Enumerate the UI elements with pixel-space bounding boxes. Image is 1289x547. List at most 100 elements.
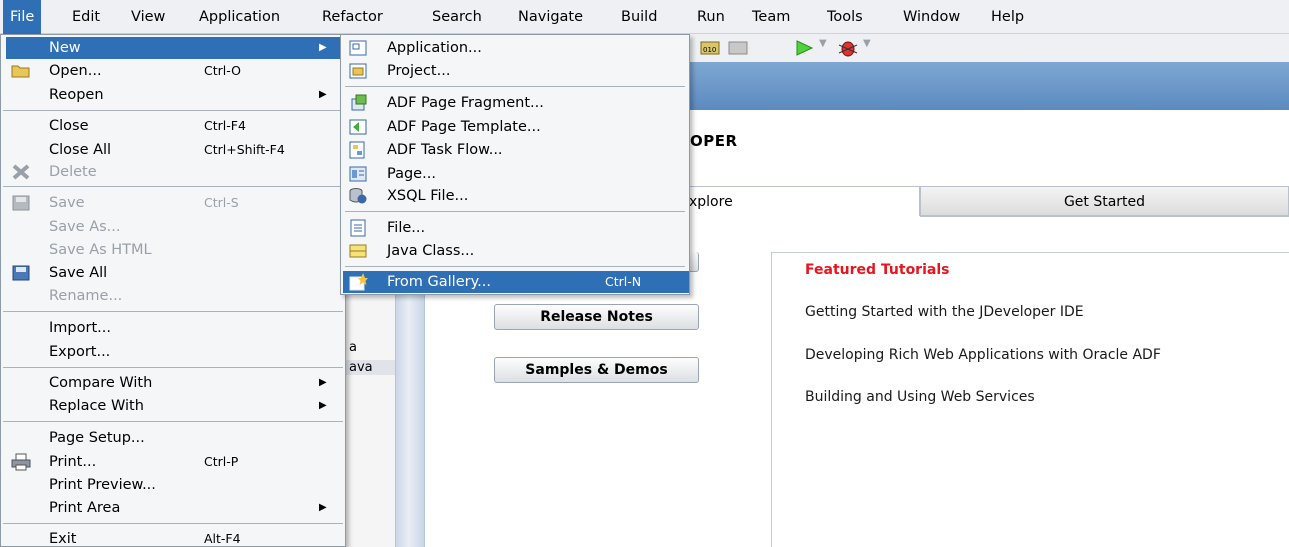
- submenu-arrow-icon: ▶: [319, 89, 327, 100]
- menu-item-reopen[interactable]: Reopen ▶: [1, 84, 345, 106]
- tab-explore[interactable]: xplore: [688, 186, 920, 216]
- menu-item-java-class[interactable]: Java Class...: [341, 240, 689, 262]
- file-icon: [350, 219, 366, 237]
- menu-item-label: Close All: [49, 142, 112, 158]
- menu-item-compare-with[interactable]: Compare With ▶: [1, 372, 345, 394]
- project-icon: [349, 63, 367, 79]
- submenu-arrow-icon: ▶: [319, 502, 327, 513]
- menu-item-rename[interactable]: Rename...: [1, 285, 345, 307]
- menu-item-label: Reopen: [49, 87, 104, 103]
- menu-item-label: File...: [387, 220, 426, 236]
- separator: [345, 266, 685, 267]
- printer-icon: [11, 453, 31, 471]
- separator: [3, 186, 343, 187]
- shortcut-label: Ctrl+Shift-F4: [204, 142, 285, 157]
- separator: [3, 311, 343, 312]
- menu-item-export[interactable]: Export...: [1, 341, 345, 363]
- tutorial-link[interactable]: Building and Using Web Services: [805, 389, 1035, 405]
- menu-item-print-preview[interactable]: Print Preview...: [1, 474, 345, 496]
- menu-help[interactable]: Help: [991, 0, 1024, 34]
- menu-item-delete[interactable]: Delete: [1, 161, 345, 183]
- delete-icon: [12, 164, 30, 180]
- shortcut-label: Ctrl-S: [204, 195, 239, 210]
- page-fragment-icon: [351, 94, 367, 111]
- make-icon[interactable]: 010: [699, 39, 721, 57]
- menu-build[interactable]: Build: [621, 0, 657, 34]
- page-template-icon: [349, 119, 367, 135]
- menu-item-label: Save All: [49, 265, 108, 281]
- menu-item-page-setup[interactable]: Page Setup...: [1, 427, 345, 449]
- menu-window[interactable]: Window: [903, 0, 960, 34]
- shortcut-label: Ctrl-N: [605, 274, 642, 289]
- menu-item-save-as-html[interactable]: Save As HTML: [1, 239, 345, 261]
- navigator-item[interactable]: ava: [345, 360, 395, 375]
- menu-item-new[interactable]: New ▶: [6, 37, 342, 59]
- menu-item-label: Rename...: [49, 288, 123, 304]
- menu-run[interactable]: Run: [697, 0, 725, 34]
- menu-team[interactable]: Team: [752, 0, 790, 34]
- release-notes-button[interactable]: Release Notes: [494, 304, 699, 330]
- menu-item-label: ADF Task Flow...: [387, 142, 503, 158]
- menu-item-replace-with[interactable]: Replace With ▶: [1, 395, 345, 417]
- tutorial-link[interactable]: Getting Started with the JDeveloper IDE: [805, 304, 1084, 320]
- menu-item-close-all[interactable]: Close All Ctrl+Shift-F4: [1, 139, 345, 161]
- menu-item-import[interactable]: Import...: [1, 317, 345, 339]
- menu-search[interactable]: Search: [432, 0, 482, 34]
- navigator-item[interactable]: a: [345, 340, 395, 355]
- separator: [345, 86, 685, 87]
- menu-item-print[interactable]: Print... Ctrl-P: [1, 451, 345, 473]
- menu-item-adf-task-flow[interactable]: ADF Task Flow...: [341, 139, 689, 161]
- menu-item-xsql-file[interactable]: XSQL File...: [341, 185, 689, 207]
- debug-dropdown-icon[interactable]: ▼: [863, 38, 871, 49]
- menu-navigate[interactable]: Navigate: [518, 0, 583, 34]
- menu-file[interactable]: File: [3, 0, 42, 34]
- samples-demos-button[interactable]: Samples & Demos: [494, 357, 699, 383]
- save-all-icon: [12, 265, 30, 281]
- new-submenu: Application... Project... ADF Page Fragm…: [340, 34, 690, 295]
- debug-icon[interactable]: [837, 39, 859, 57]
- menu-item-adf-page-template[interactable]: ADF Page Template...: [341, 116, 689, 138]
- menu-item-save-all[interactable]: Save All: [1, 262, 345, 284]
- menu-item-project[interactable]: Project...: [341, 60, 689, 82]
- rebuild-icon[interactable]: [727, 39, 749, 57]
- database-icon: [349, 188, 367, 204]
- menu-item-page[interactable]: Page...: [341, 163, 689, 185]
- menu-view[interactable]: View: [131, 0, 165, 34]
- menu-item-label: Compare With: [49, 375, 153, 391]
- menu-item-from-gallery[interactable]: From Gallery... Ctrl-N: [343, 271, 689, 293]
- menu-edit[interactable]: Edit: [72, 0, 100, 34]
- menu-item-label: From Gallery...: [387, 274, 491, 290]
- menu-item-label: Save As HTML: [49, 242, 152, 258]
- file-menu: New ▶ Open... Ctrl-O Reopen ▶ Close Ctrl…: [0, 34, 346, 547]
- menu-item-file[interactable]: File...: [341, 217, 689, 239]
- menu-item-label: Print Area: [49, 500, 121, 516]
- menu-item-label: Project...: [387, 63, 451, 79]
- run-dropdown-icon[interactable]: ▼: [819, 38, 827, 49]
- tab-get-started[interactable]: Get Started: [920, 186, 1289, 216]
- application-icon: [349, 40, 367, 56]
- submenu-arrow-icon: ▶: [319, 377, 327, 388]
- menu-item-exit[interactable]: Exit Alt-F4: [1, 528, 345, 547]
- menu-item-save[interactable]: Save Ctrl-S: [1, 192, 345, 214]
- run-icon[interactable]: [793, 39, 815, 57]
- menu-item-close[interactable]: Close Ctrl-F4: [1, 115, 345, 137]
- menu-item-print-area[interactable]: Print Area ▶: [1, 497, 345, 519]
- featured-title: Featured Tutorials: [805, 262, 950, 278]
- menu-item-label: Application...: [387, 40, 482, 56]
- menu-item-application[interactable]: Application...: [341, 37, 689, 59]
- menu-refactor[interactable]: Refactor: [322, 0, 383, 34]
- menu-item-save-as[interactable]: Save As...: [1, 216, 345, 238]
- separator: [3, 367, 343, 368]
- menu-item-label: New: [49, 40, 81, 56]
- menu-application[interactable]: Application: [199, 0, 280, 34]
- menu-item-label: Save: [49, 195, 85, 211]
- menu-item-open[interactable]: Open... Ctrl-O: [1, 60, 345, 82]
- menu-item-label: Save As...: [49, 219, 121, 235]
- menu-item-adf-page-fragment[interactable]: ADF Page Fragment...: [341, 92, 689, 114]
- page-icon: [349, 166, 367, 182]
- menu-item-label: Print...: [49, 454, 97, 470]
- menu-tools[interactable]: Tools: [827, 0, 863, 34]
- tutorial-link[interactable]: Developing Rich Web Applications with Or…: [805, 347, 1161, 363]
- menu-item-label: Page...: [387, 166, 436, 182]
- separator: [3, 110, 343, 111]
